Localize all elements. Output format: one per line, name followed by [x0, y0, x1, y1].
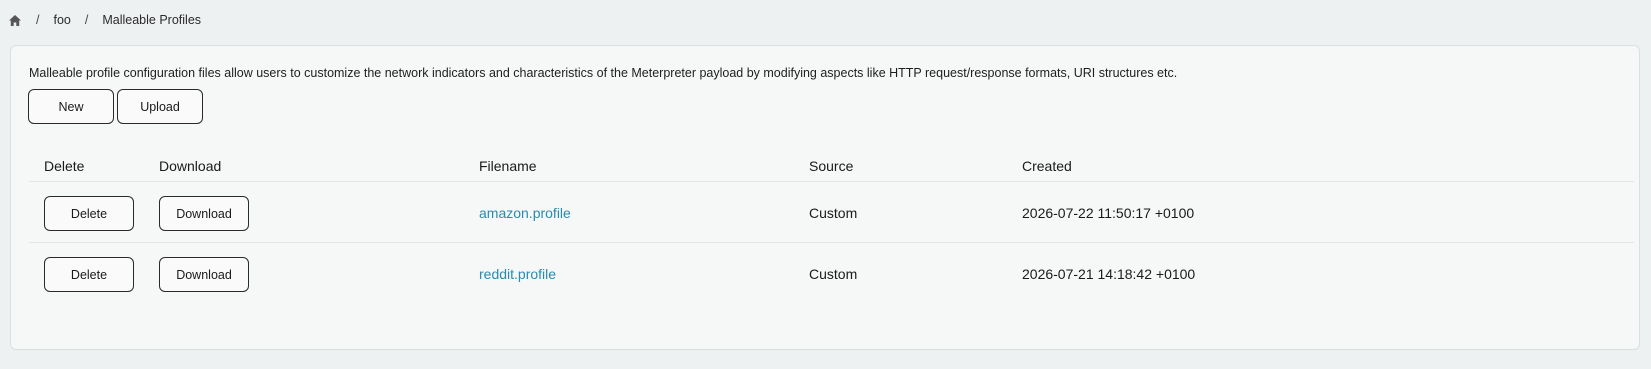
breadcrumb-separator: / — [36, 13, 40, 27]
created-cell: 2026-07-21 14:18:42 +0100 — [1022, 266, 1196, 282]
column-header-source: Source — [809, 158, 854, 174]
upload-button[interactable]: Upload — [117, 89, 203, 124]
table-divider — [29, 242, 1634, 243]
column-header-created: Created — [1022, 158, 1072, 174]
delete-button[interactable]: Delete — [44, 257, 134, 292]
column-header-filename: Filename — [479, 158, 537, 174]
created-cell: 2026-07-22 11:50:17 +0100 — [1022, 205, 1195, 221]
page-description: Malleable profile configuration files al… — [29, 66, 1178, 80]
column-header-delete: Delete — [44, 158, 85, 174]
download-button[interactable]: Download — [159, 257, 249, 292]
filename-link[interactable]: amazon.profile — [479, 205, 571, 221]
filename-link[interactable]: reddit.profile — [479, 266, 556, 282]
download-button[interactable]: Download — [159, 196, 249, 231]
source-cell: Custom — [809, 205, 858, 221]
source-cell: Custom — [809, 266, 858, 282]
home-icon[interactable] — [8, 13, 22, 27]
column-header-download: Download — [159, 158, 222, 174]
new-button[interactable]: New — [28, 89, 114, 124]
breadcrumb-separator: / — [84, 13, 89, 27]
breadcrumb-item-foo[interactable]: foo — [53, 13, 70, 27]
table-divider — [29, 181, 1634, 182]
breadcrumb-item-current: Malleable Profiles — [102, 13, 202, 27]
delete-button[interactable]: Delete — [44, 196, 134, 231]
malleable-profiles-card: Malleable profile configuration files al… — [10, 45, 1640, 350]
breadcrumb: / foo / Malleable Profiles — [8, 10, 201, 30]
